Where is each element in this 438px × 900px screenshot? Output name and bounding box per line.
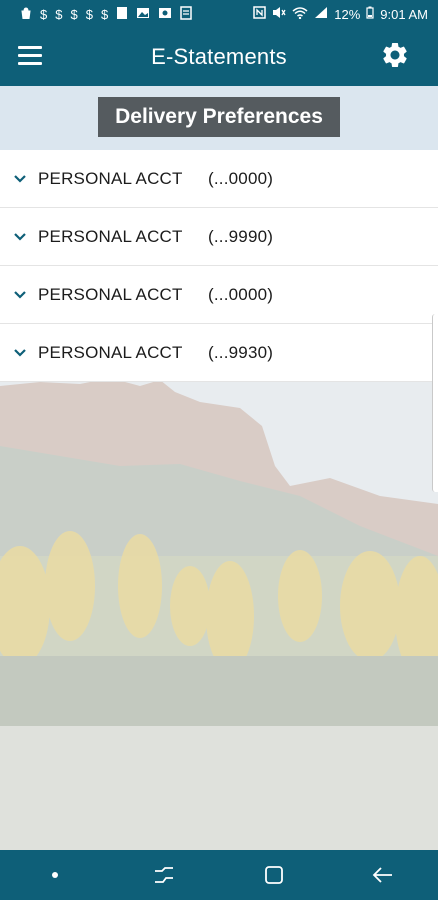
chevron-down-icon (0, 174, 38, 184)
dot-icon[interactable] (35, 855, 75, 895)
chevron-down-icon (0, 232, 38, 242)
account-row[interactable]: PERSONAL ACCT (...9930) (0, 324, 438, 382)
gear-icon[interactable] (380, 40, 410, 70)
account-number: (...0000) (208, 284, 274, 304)
back-icon[interactable] (363, 855, 403, 895)
delivery-preferences-button[interactable]: Delivery Preferences (98, 97, 340, 137)
edge-panel-handle[interactable] (432, 314, 438, 492)
mute-icon (272, 6, 286, 22)
content-area: Delivery Preferences PERSONAL ACCT (...0… (0, 86, 438, 850)
dollar-icon: $ (85, 6, 93, 22)
clock: 9:01 AM (380, 6, 428, 22)
receipt-icon (180, 5, 192, 23)
notification-icons: $ $ $ $ $ (20, 5, 192, 23)
account-number: (...9930) (208, 342, 274, 362)
image-icon (136, 7, 150, 22)
wifi-icon (292, 6, 308, 22)
account-list: PERSONAL ACCT (...0000) PERSONAL ACCT (.… (0, 150, 438, 382)
status-bar: $ $ $ $ $ 12% 9:01 AM (0, 0, 438, 28)
account-row[interactable]: PERSONAL ACCT (...9990) (0, 208, 438, 266)
chevron-down-icon (0, 348, 38, 358)
dollar-icon: $ (55, 6, 63, 22)
account-name: PERSONAL ACCT (38, 284, 183, 304)
system-icons: 12% 9:01 AM (253, 6, 428, 22)
page-title: E-Statements (151, 44, 287, 69)
account-row[interactable]: PERSONAL ACCT (...0000) (0, 266, 438, 324)
account-name: PERSONAL ACCT (38, 342, 183, 362)
account-name: PERSONAL ACCT (38, 168, 183, 188)
battery-icon (366, 6, 374, 22)
wallet-icon (116, 6, 128, 23)
bag-icon (20, 6, 32, 22)
account-number: (...9990) (208, 226, 274, 246)
chevron-down-icon (0, 290, 38, 300)
battery-percent: 12% (334, 6, 361, 22)
app-bar: E-Statements (0, 28, 438, 86)
recent-apps-icon[interactable] (144, 855, 184, 895)
dollar-icon: $ (40, 6, 48, 22)
signal-icon (314, 6, 328, 22)
account-row[interactable]: PERSONAL ACCT (...0000) (0, 150, 438, 208)
hamburger-menu-icon[interactable] (18, 46, 42, 66)
nfc-icon (253, 6, 267, 22)
dollar-icon: $ (70, 6, 78, 22)
system-nav-bar (0, 850, 438, 900)
account-number: (...0000) (208, 168, 274, 188)
photo-icon (158, 7, 172, 22)
dollar-icon: $ (100, 6, 109, 22)
home-icon[interactable] (254, 855, 294, 895)
account-name: PERSONAL ACCT (38, 226, 183, 246)
